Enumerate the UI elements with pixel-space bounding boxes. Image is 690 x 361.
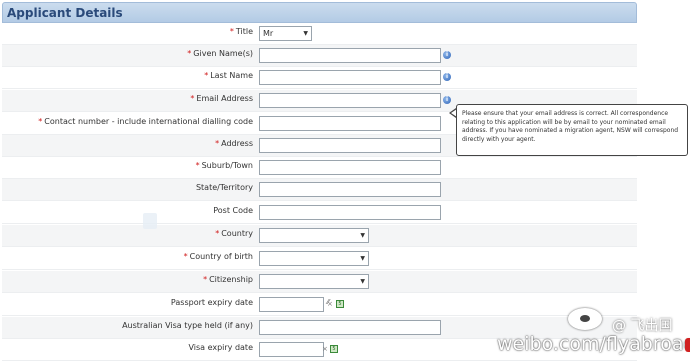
watermark-text: weibo.com/flyabroad <box>497 333 690 355</box>
field-label-address: * Address <box>215 139 253 148</box>
visa-type-input[interactable] <box>259 320 441 335</box>
form-row-last-name: * Last Name i <box>2 67 637 89</box>
field-label-title: * Title <box>229 27 253 36</box>
state-input[interactable] <box>259 182 441 197</box>
required-marker: * <box>203 275 208 284</box>
form-row-country: * Country ▼ <box>2 225 637 247</box>
ghost-icon <box>143 213 157 229</box>
field-label-citizenship: * Citizenship <box>203 275 253 284</box>
form-row-country-of-birth: * Country of birth ▼ <box>2 248 637 270</box>
info-icon[interactable]: i <box>443 73 451 81</box>
form-row-state: State/Territory <box>2 179 637 201</box>
email-help-tooltip: Please ensure that your email address is… <box>456 104 688 156</box>
page-margin <box>640 0 690 361</box>
country-select[interactable]: ▼ <box>259 228 369 243</box>
dropdown-arrow-icon: ▼ <box>360 255 365 262</box>
field-label-postcode: Post Code <box>213 206 253 215</box>
visa-expiry-input[interactable] <box>259 342 324 357</box>
calendar-icon[interactable]: 5 <box>330 345 338 353</box>
contact-number-input[interactable] <box>259 116 441 131</box>
email-input[interactable] <box>259 93 441 108</box>
form-row-postcode: Post Code <box>2 202 637 224</box>
field-label-country: * Country <box>215 229 253 238</box>
form-row-suburb: * Suburb/Town <box>2 157 637 179</box>
title-select[interactable]: Mr ▼ <box>259 26 312 41</box>
required-marker: * <box>229 27 234 36</box>
required-marker: * <box>183 252 188 261</box>
country-of-birth-select[interactable]: ▼ <box>259 251 369 266</box>
info-icon[interactable]: i <box>443 96 451 104</box>
dropdown-arrow-icon: ▼ <box>360 278 365 285</box>
field-label-contact: * Contact number - include international … <box>38 117 253 126</box>
applicant-details-panel: Applicant Details * Title Mr ▼ * Given Name… <box>0 0 637 361</box>
form-row-citizenship: * Citizenship ▼ <box>2 271 637 293</box>
address-input[interactable] <box>259 138 441 153</box>
required-marker: * <box>215 139 220 148</box>
postcode-input[interactable] <box>259 205 441 220</box>
dropdown-arrow-icon: ▼ <box>303 30 308 37</box>
calendar-icon[interactable]: 5 <box>336 300 344 308</box>
passport-expiry-input[interactable] <box>259 297 324 312</box>
last-name-input[interactable] <box>259 70 441 85</box>
field-label-given-names: * Given Name(s) <box>187 49 253 58</box>
required-marker: * <box>190 94 195 103</box>
field-label-visa-type: Australian Visa type held (if any) <box>122 321 253 330</box>
field-label-last-name: * Last Name <box>204 71 253 80</box>
form-row-given-names: * Given Name(s) i <box>2 45 637 67</box>
required-marker: * <box>204 71 209 80</box>
field-label-visa-expiry: Visa expiry date <box>188 343 253 352</box>
edge-badge <box>685 338 690 352</box>
field-label-suburb: * Suburb/Town <box>195 161 253 170</box>
citizenship-select[interactable]: ▼ <box>259 274 369 289</box>
section-title: Applicant Details <box>7 6 123 20</box>
watermark-handle: @ 飞出国 <box>612 318 673 334</box>
weibo-logo-eye-icon <box>580 315 590 322</box>
dropdown-arrow-icon: ▼ <box>360 232 365 239</box>
required-marker: * <box>187 49 192 58</box>
field-label-state: State/Territory <box>195 183 253 192</box>
field-label-country-of-birth: * Country of birth <box>183 252 253 261</box>
info-icon[interactable]: i <box>443 51 451 59</box>
required-marker: * <box>195 161 200 170</box>
clear-x-icon[interactable]: × <box>327 300 333 308</box>
clear-x-icon[interactable]: × <box>322 345 328 353</box>
form-row-passport-expiry: Passport expiry date ⁄⁄ × 5 <box>2 294 637 316</box>
required-marker: * <box>38 117 43 126</box>
suburb-input[interactable] <box>259 160 441 175</box>
form-row-title: * Title Mr ▼ <box>2 23 637 45</box>
given-names-input[interactable] <box>259 48 441 63</box>
field-label-email: * Email Address <box>190 94 253 103</box>
section-header: Applicant Details <box>2 2 637 23</box>
required-marker: * <box>215 229 220 238</box>
field-label-passport-expiry: Passport expiry date <box>170 298 253 307</box>
